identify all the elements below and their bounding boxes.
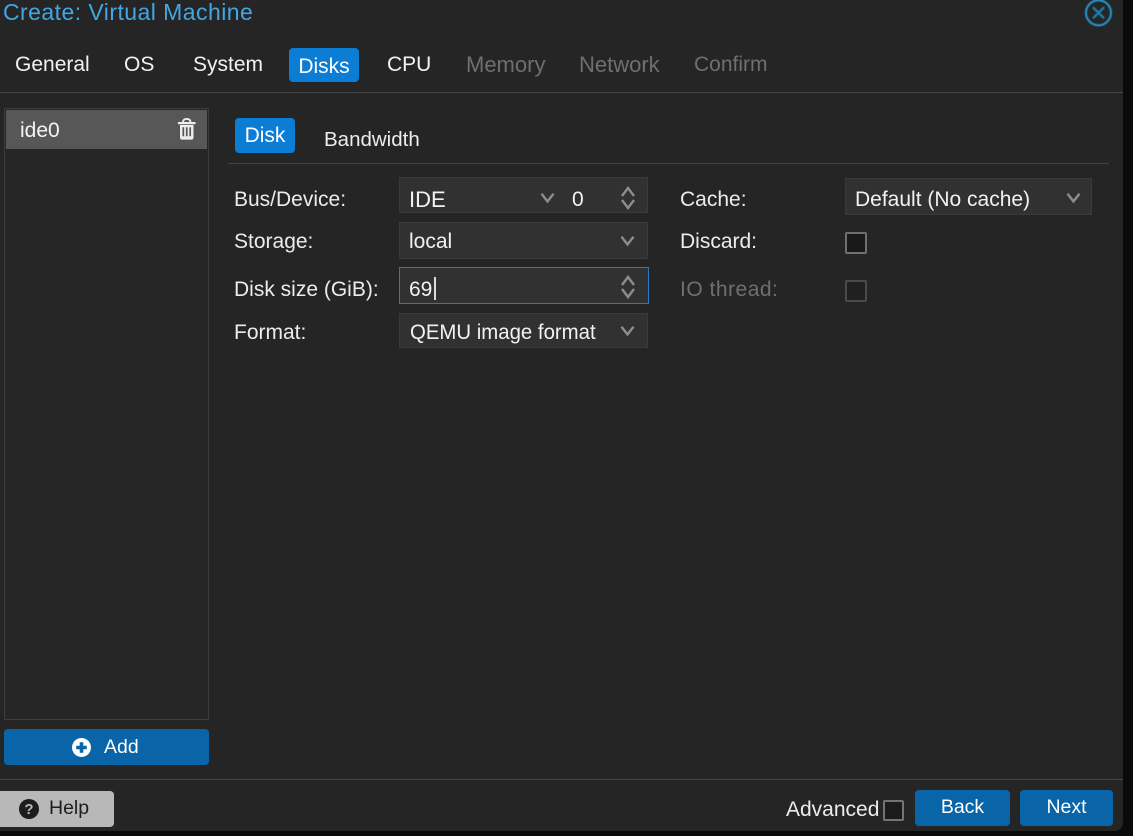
svg-text:?: ? [24, 801, 33, 818]
